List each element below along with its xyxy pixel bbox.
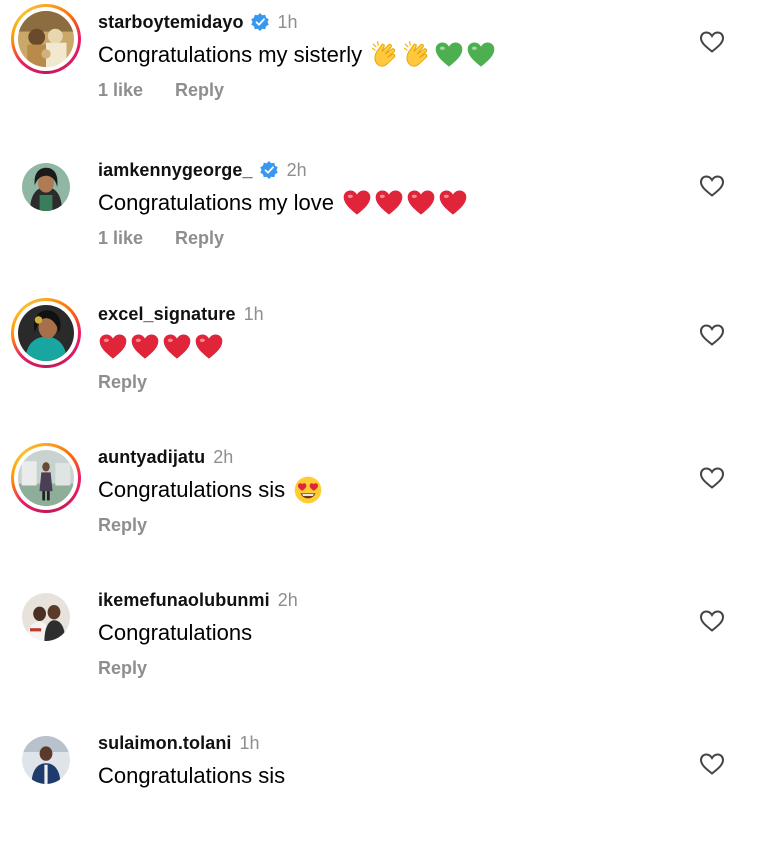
verified-badge-icon (250, 13, 269, 31)
reply-button[interactable]: Reply (175, 80, 224, 101)
green-heart-emoji-icon (467, 42, 495, 67)
comment-text: Congratulations my sisterly (98, 42, 363, 67)
avatar-image (18, 11, 74, 67)
comment-text: Congratulations sis (98, 763, 286, 788)
comment-item: iamkennygeorge_ 2h Congratulations my lo… (0, 152, 768, 292)
comment-username[interactable]: ikemefunaolubunmi (98, 590, 270, 611)
red-heart-emoji-icon (439, 190, 467, 215)
reply-button[interactable]: Reply (98, 372, 147, 393)
comment-text: Congratulations my love (98, 190, 335, 215)
avatar-frame[interactable] (11, 582, 81, 652)
heart-outline-icon[interactable] (699, 752, 725, 776)
comment-timestamp: 1h (243, 303, 264, 324)
comment-item: sulaimon.tolani 1h Congratulations sis (0, 725, 768, 865)
comment-item: ikemefunaolubunmi 2h Congratulations Rep… (0, 582, 768, 722)
heart-eyes-face-emoji-icon (294, 476, 322, 504)
comment-username[interactable]: auntyadijatu (98, 447, 205, 468)
comment-timestamp: 2h (277, 589, 298, 610)
avatar[interactable] (22, 593, 70, 641)
heart-outline-icon[interactable] (699, 174, 725, 198)
comment-username[interactable]: sulaimon.tolani (98, 733, 232, 754)
avatar-frame[interactable] (11, 152, 81, 222)
red-heart-emoji-icon (99, 334, 127, 359)
avatar-image (18, 450, 74, 506)
comment-username[interactable]: starboytemidayo (98, 12, 244, 33)
likes-count[interactable]: 1 like (98, 228, 143, 249)
comment-username[interactable]: excel_signature (98, 304, 236, 325)
red-heart-emoji-icon (407, 190, 435, 215)
comment-timestamp: 2h (213, 446, 234, 467)
avatar[interactable] (18, 305, 74, 361)
comment-timestamp: 1h (239, 732, 260, 753)
likes-count[interactable]: 1 like (98, 80, 143, 101)
green-heart-emoji-icon (435, 42, 463, 67)
heart-outline-icon[interactable] (699, 30, 725, 54)
heart-outline-icon[interactable] (699, 323, 725, 347)
red-heart-emoji-icon (195, 334, 223, 359)
red-heart-emoji-icon (131, 334, 159, 359)
avatar-frame[interactable] (11, 725, 81, 795)
avatar-image (18, 305, 74, 361)
red-heart-emoji-icon (375, 190, 403, 215)
avatar-image (22, 163, 70, 211)
comment-item: auntyadijatu 2h Congratulations sis Repl… (0, 439, 768, 579)
comment-item: starboytemidayo 1h Congratulations my si… (0, 4, 768, 144)
avatar-story-ring[interactable] (11, 298, 81, 368)
comment-text: Congratulations (98, 620, 253, 645)
heart-outline-icon[interactable] (699, 466, 725, 490)
red-heart-emoji-icon (163, 334, 191, 359)
avatar-image (22, 593, 70, 641)
comment-timestamp: 2h (286, 159, 307, 180)
avatar[interactable] (22, 163, 70, 211)
avatar-story-ring[interactable] (11, 4, 81, 74)
avatar-image (22, 736, 70, 784)
verified-badge-icon (259, 161, 278, 179)
red-heart-emoji-icon (343, 190, 371, 215)
avatar[interactable] (18, 11, 74, 67)
avatar[interactable] (18, 450, 74, 506)
clapping-hands-emoji-icon (371, 41, 396, 67)
comment-item: excel_signature 1h Reply (0, 296, 768, 436)
reply-button[interactable]: Reply (98, 658, 147, 679)
heart-outline-icon[interactable] (699, 609, 725, 633)
reply-button[interactable]: Reply (98, 515, 147, 536)
avatar[interactable] (22, 736, 70, 784)
avatar-story-ring[interactable] (11, 443, 81, 513)
comment-username[interactable]: iamkennygeorge_ (98, 160, 253, 181)
comment-timestamp: 1h (277, 11, 298, 32)
comment-text: Congratulations sis (98, 477, 286, 502)
comments-list: starboytemidayo 1h Congratulations my si… (0, 0, 768, 795)
reply-button[interactable]: Reply (175, 228, 224, 249)
clapping-hands-emoji-icon (403, 41, 428, 67)
